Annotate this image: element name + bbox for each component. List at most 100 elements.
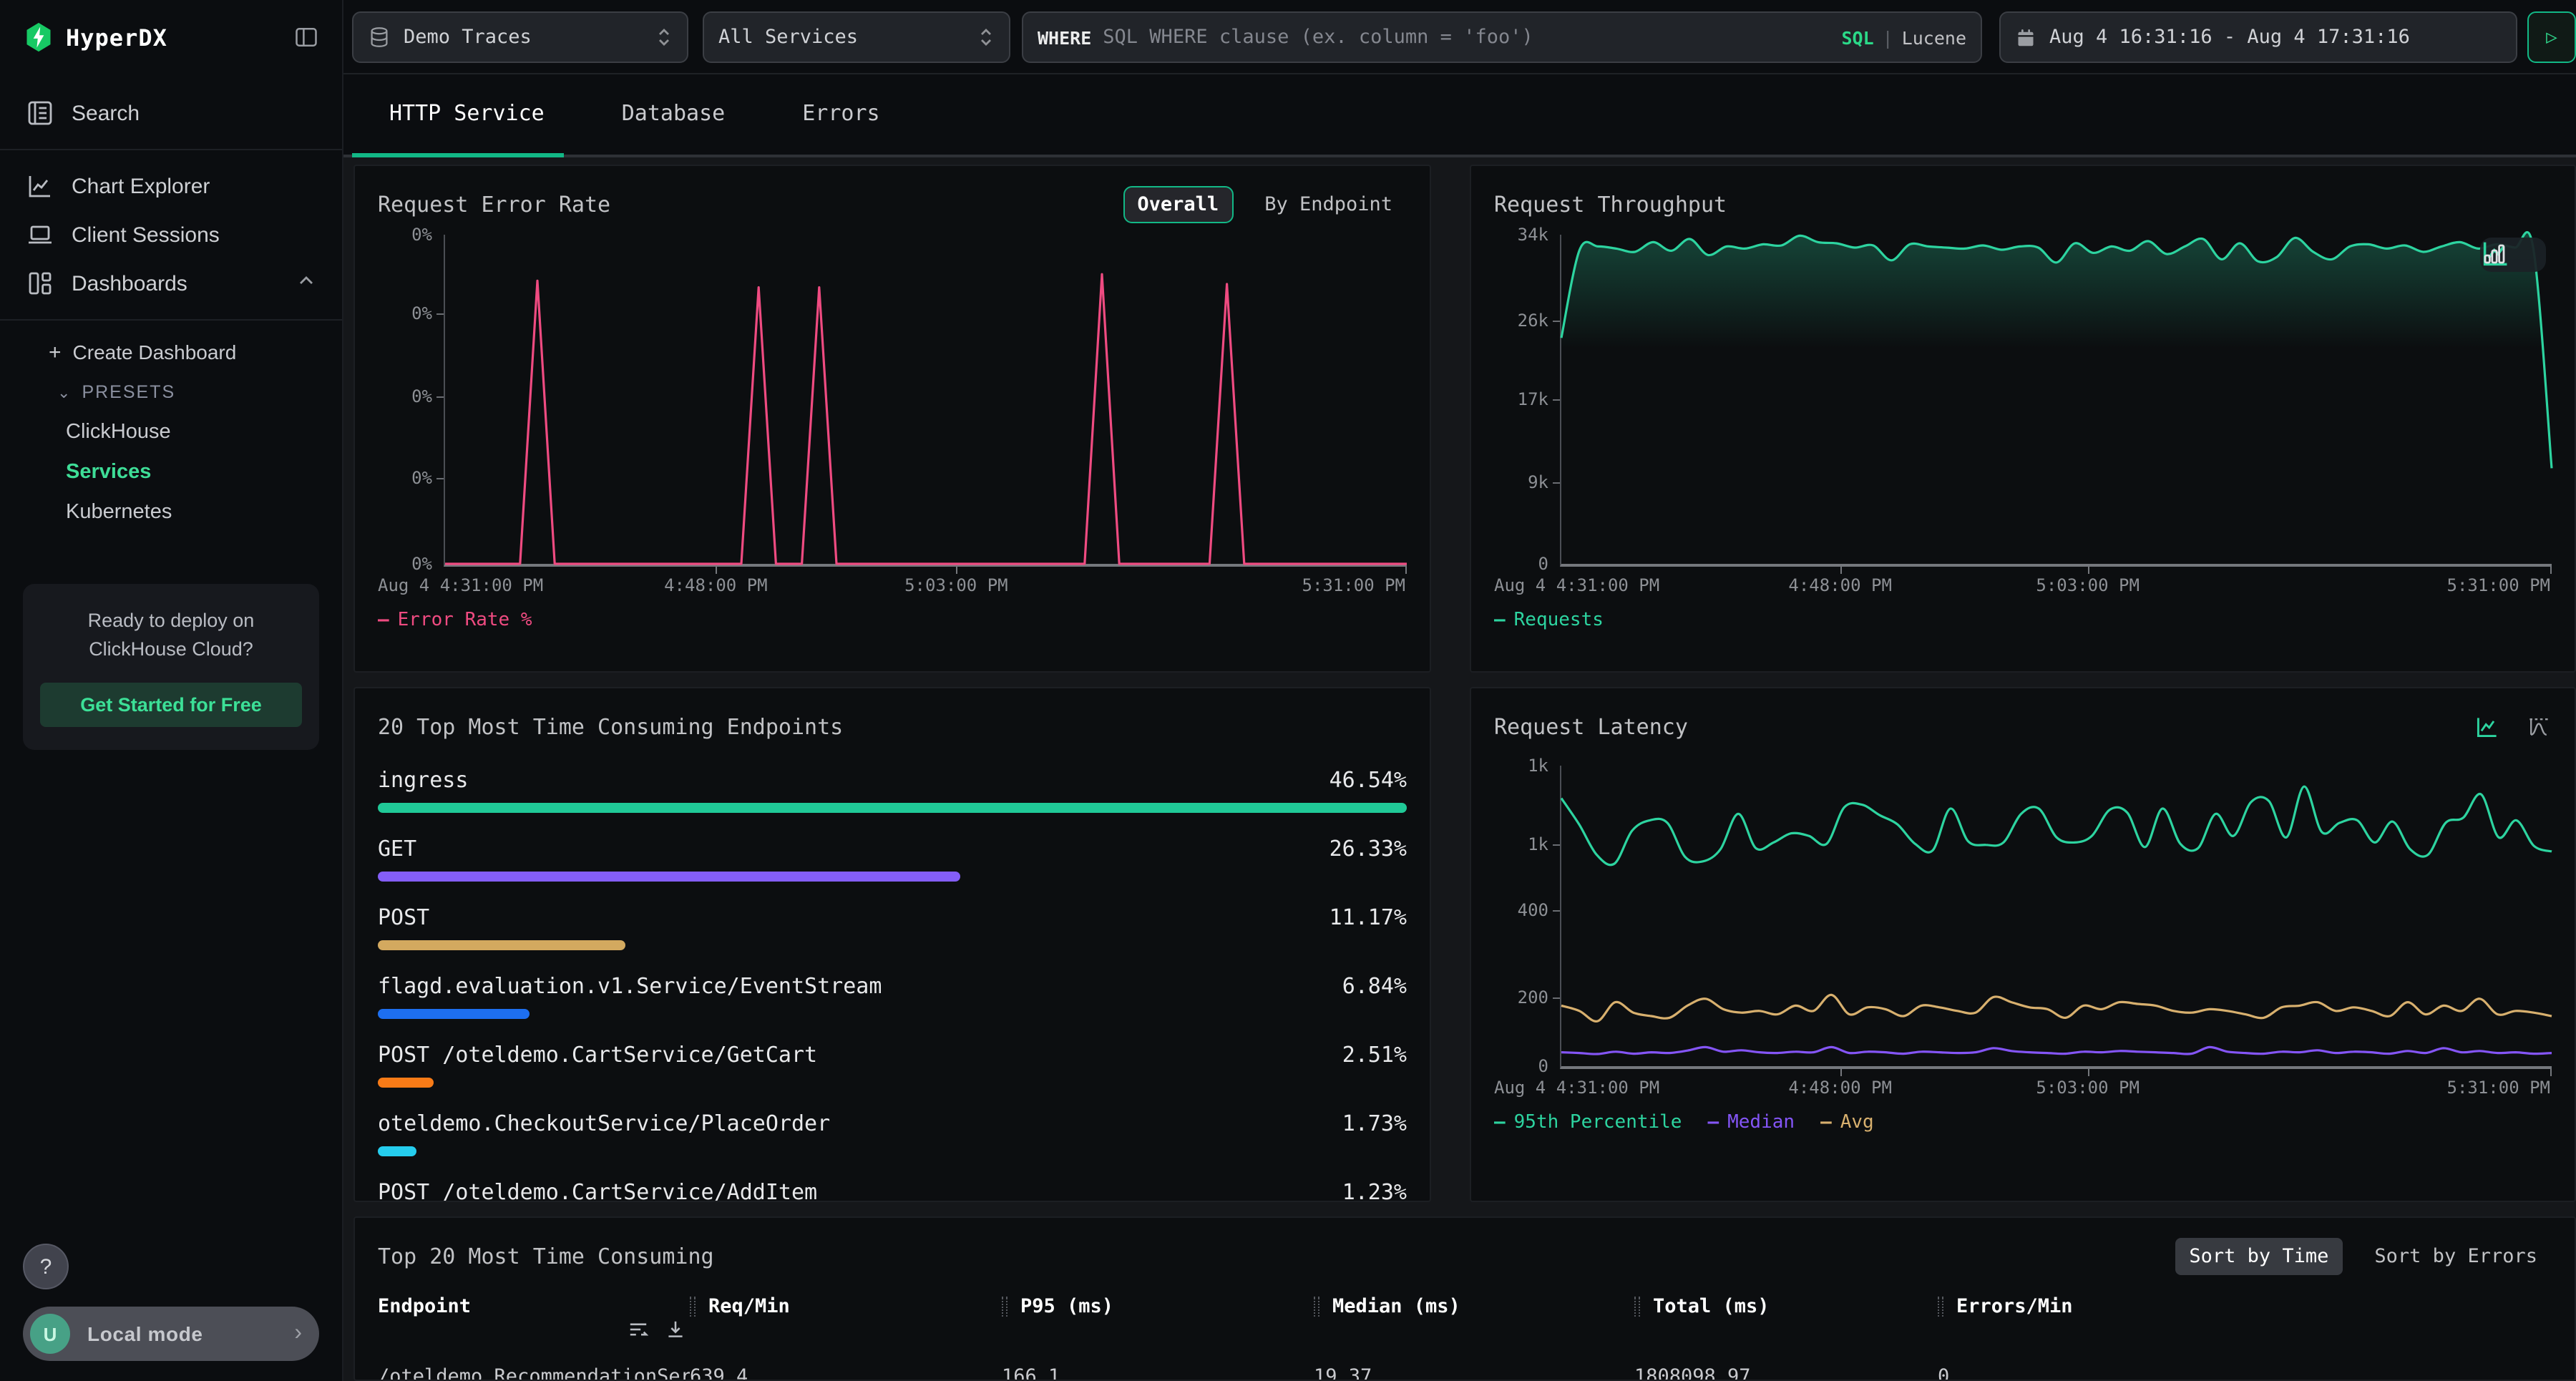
sidebar-item-label: Client Sessions [72, 223, 220, 247]
sql-mode-toggle[interactable]: SQL [1841, 26, 1873, 48]
table-cell: 1808098.97 [1634, 1365, 1938, 1381]
endpoint-row[interactable]: POST /oteldemo.CartService/AddItem1.23% [378, 1178, 1407, 1202]
sidebar-preset-clickhouse[interactable]: ClickHouse [0, 412, 342, 452]
endpoint-row[interactable]: POST11.17% [378, 903, 1407, 950]
presets-section-toggle[interactable]: ⌄ PRESETS [0, 372, 342, 412]
endpoint-percent: 26.33% [1330, 835, 1407, 861]
create-dashboard-button[interactable]: +Create Dashboard [0, 332, 342, 372]
endpoint-percent: 1.73% [1342, 1110, 1407, 1136]
endpoint-bar [378, 872, 1407, 882]
column-header-endpoint[interactable]: Endpoint [378, 1295, 690, 1318]
x-axis-label: 5:31:00 PM [2447, 575, 2551, 595]
x-axis-label: 4:48:00 PM [1788, 1078, 1892, 1098]
y-axis-label: 17k [1518, 389, 1548, 409]
sidebar-preset-kubernetes[interactable]: Kubernetes [0, 492, 342, 532]
sidebar-item-chart-explorer[interactable]: Chart Explorer [0, 162, 342, 210]
run-query-button[interactable]: ▷ [2527, 11, 2576, 63]
error-rate-legend: —Error Rate % [378, 610, 1407, 631]
row-options-icon[interactable] [627, 1318, 650, 1341]
promo-line2: ClickHouse Cloud? [89, 639, 253, 660]
table-cell: 166.1 [1002, 1365, 1314, 1381]
column-resize-handle[interactable] [690, 1297, 696, 1317]
toggle-overall[interactable]: Overall [1123, 186, 1233, 223]
tab-database[interactable]: Database [622, 74, 726, 155]
sidebar-item-dashboards[interactable]: Dashboards [0, 259, 342, 308]
search-input[interactable] [1103, 26, 1841, 49]
select-chevrons-icon [977, 26, 995, 49]
chevron-down-icon: ⌄ [57, 383, 72, 401]
y-axis-label: 26k [1518, 311, 1548, 331]
sort-sort-by-errors[interactable]: Sort by Errors [2360, 1238, 2552, 1275]
time-range-picker[interactable]: Aug 4 16:31:16 - Aug 4 17:31:16 [1999, 11, 2517, 63]
endpoint-row[interactable]: ingress46.54% [378, 766, 1407, 813]
user-menu[interactable]: U Local mode › [23, 1307, 319, 1361]
legend-item: —Error Rate % [378, 610, 532, 631]
sidebar-nav: Search Chart Explorer Client Sessions Dashb… [0, 74, 342, 532]
tab-errors[interactable]: Errors [802, 74, 879, 155]
lucene-mode-toggle[interactable]: Lucene [1902, 26, 1966, 48]
table-header-row: Endpoint Req/Min P95 (ms) Median (ms) Total … [378, 1295, 2552, 1341]
column-header-total-ms-[interactable]: Total (ms) [1634, 1295, 1938, 1318]
column-header-req-min[interactable]: Req/Min [690, 1295, 1002, 1318]
endpoint-row[interactable]: POST /oteldemo.CartService/GetCart2.51% [378, 1040, 1407, 1088]
presets-label: PRESETS [82, 382, 175, 402]
panel-request-error-rate: Request Error Rate Overall By Endpoint 0%… [353, 165, 1431, 673]
column-resize-handle[interactable] [1938, 1297, 1943, 1317]
sidebar-preset-services[interactable]: Services [0, 452, 342, 492]
divider [0, 149, 342, 150]
get-started-button[interactable]: Get Started for Free [40, 682, 302, 726]
column-header-label: Req/Min [708, 1295, 790, 1318]
x-axis-label: Aug 4 4:31:00 PM [378, 575, 543, 595]
histogram-icon[interactable] [2526, 714, 2552, 740]
column-header-median-ms-[interactable]: Median (ms) [1314, 1295, 1634, 1318]
column-header-errors-min[interactable]: Errors/Min [1938, 1295, 2552, 1318]
table-row[interactable]: /oteldemo.RecommendationServ639.4166.119… [378, 1352, 2552, 1381]
table-body: /oteldemo.RecommendationServ639.4166.119… [378, 1352, 2552, 1381]
panel-title: 20 Top Most Time Consuming Endpoints [378, 714, 843, 740]
tab-http-service[interactable]: HTTP Service [389, 74, 545, 155]
line-chart-icon[interactable] [2474, 714, 2500, 740]
y-axis-label: 200 [1518, 987, 1548, 1007]
sidebar-item-label: Search [72, 101, 140, 125]
sidebar-item-client-sessions[interactable]: Client Sessions [0, 210, 342, 259]
create-dashboard-label: Create Dashboard [73, 341, 237, 363]
column-resize-handle[interactable] [1634, 1297, 1640, 1317]
column-header-label: P95 (ms) [1020, 1295, 1113, 1318]
legend-item: —95th Percentile [1494, 1112, 1682, 1133]
endpoint-row[interactable]: flagd.evaluation.v1.Service/EventStream6… [378, 972, 1407, 1019]
column-resize-handle[interactable] [1314, 1297, 1319, 1317]
throughput-chart: 34k26k17k9k0 [1494, 235, 2552, 598]
x-axis-label: 5:03:00 PM [2036, 1078, 2140, 1098]
app-title: HyperDX [66, 24, 167, 51]
clickhouse-cloud-promo: Ready to deploy on ClickHouse Cloud? Get… [23, 584, 319, 749]
table-cell: 19.37 [1314, 1365, 1634, 1381]
database-icon [368, 26, 391, 49]
collapse-sidebar-icon[interactable] [293, 24, 319, 50]
service-select[interactable]: All Services [703, 11, 1010, 63]
toggle-by-endpoint[interactable]: By Endpoint [1250, 186, 1407, 223]
divider [0, 319, 342, 321]
panel-title: Request Error Rate [378, 192, 610, 218]
column-resize-handle[interactable] [1002, 1297, 1008, 1317]
endpoint-label: oteldemo.CheckoutService/PlaceOrder [378, 1110, 830, 1136]
download-icon[interactable] [664, 1318, 687, 1341]
source-select[interactable]: Demo Traces [352, 11, 688, 63]
endpoint-row[interactable]: GET26.33% [378, 834, 1407, 882]
x-axis-label: 4:48:00 PM [1788, 575, 1892, 595]
endpoint-row[interactable]: oteldemo.CheckoutService/PlaceOrder 1.73% [378, 1109, 1407, 1156]
service-select-value: All Services [718, 26, 858, 49]
sidebar-item-search[interactable]: Search [0, 89, 342, 137]
help-button[interactable]: ? [23, 1244, 69, 1289]
column-header-p95-ms-[interactable]: P95 (ms) [1002, 1295, 1314, 1318]
panel-title: Request Throughput [1494, 192, 1727, 218]
legend-item: —Requests [1494, 610, 1604, 631]
y-axis-label: 0% [411, 554, 432, 574]
column-header-label: Total (ms) [1653, 1295, 1770, 1318]
endpoint-bar [378, 1146, 1407, 1156]
sort-sort-by-time[interactable]: Sort by Time [2175, 1238, 2343, 1275]
y-axis-label: 0 [1538, 1056, 1548, 1076]
time-range-value: Aug 4 16:31:16 - Aug 4 17:31:16 [2049, 26, 2410, 49]
y-axis-label: 0% [411, 386, 432, 406]
table-cell: 0 [1938, 1365, 2552, 1381]
x-axis-label: 4:48:00 PM [664, 575, 768, 595]
